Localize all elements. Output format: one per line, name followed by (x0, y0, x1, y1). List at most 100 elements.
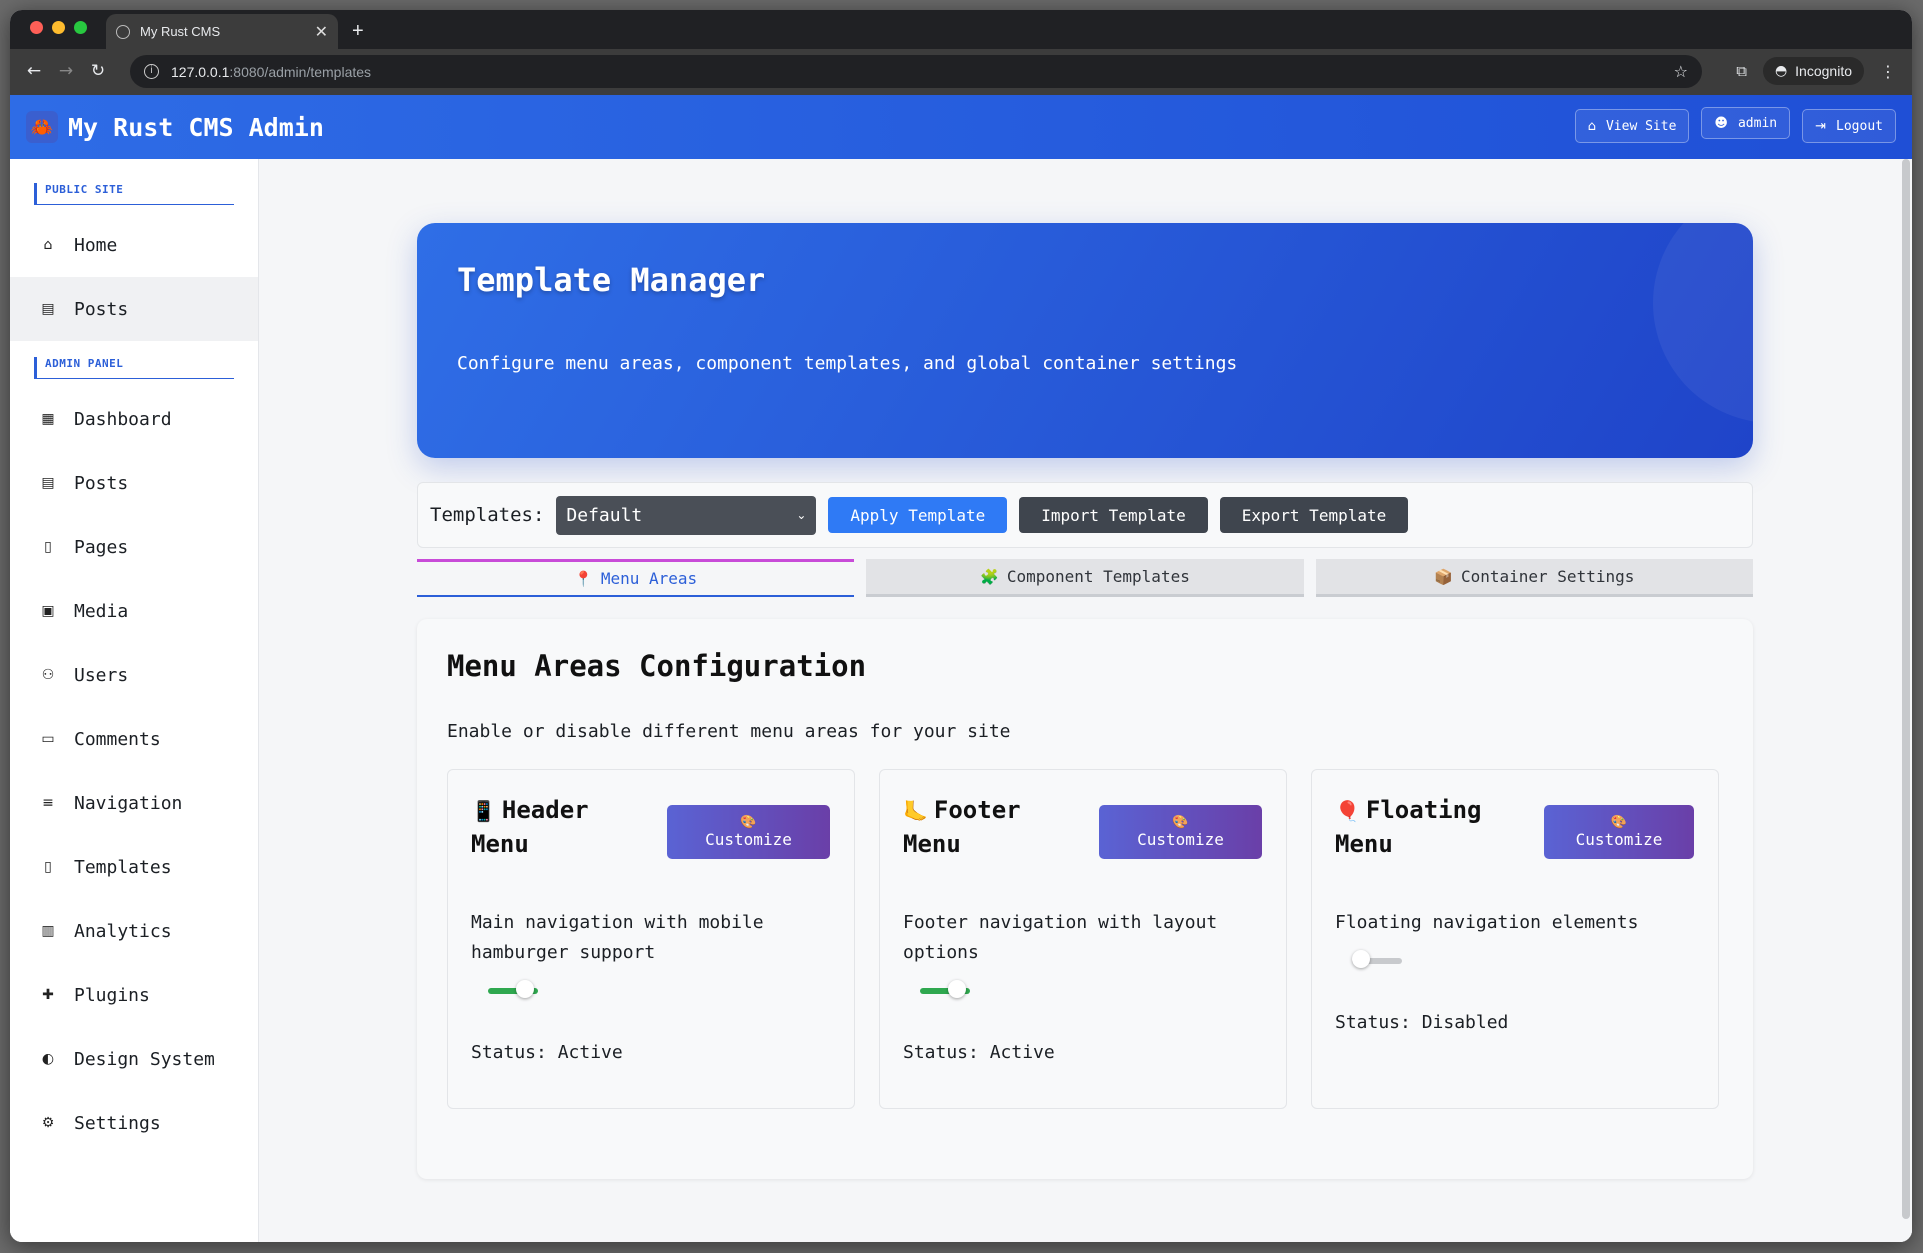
tab-label: Container Settings (1460, 567, 1635, 586)
scrollbar-thumb[interactable] (1902, 159, 1910, 1219)
view-site-label: View Site (1605, 118, 1677, 134)
sidebar-item-settings[interactable]: ⚙ Settings (10, 1091, 258, 1155)
bookmark-star-icon[interactable]: ☆ (1674, 62, 1688, 81)
site-info-icon[interactable]: i (144, 64, 159, 79)
sidebar-item-label: Templates (74, 856, 172, 878)
admin-header: 🦀 My Rust CMS Admin ⌂ View Site ☻ admin … (10, 95, 1912, 159)
sidebar-item-posts[interactable]: ▤ Posts (10, 451, 258, 515)
panel-subtitle: Enable or disable different menu areas f… (447, 721, 1011, 742)
card-status: Status: Disabled (1335, 1012, 1509, 1033)
sidebar-item-label: Home (74, 234, 118, 256)
analytics-icon: ▥ (41, 923, 55, 939)
sidebar-item-templates[interactable]: ▯ Templates (10, 835, 258, 899)
customize-footer-button[interactable]: 🎨 Customize (1099, 805, 1262, 859)
crab-logo-icon: 🦀 (26, 111, 58, 143)
customize-header-button[interactable]: 🎨 Customize (667, 805, 830, 859)
tab-label: Menu Areas (600, 569, 698, 588)
footer-menu-toggle[interactable] (920, 980, 970, 998)
footer-menu-card: 🦶 Footer Menu 🎨 Customize Footer navigati… (879, 769, 1287, 1109)
palette-icon: 🎨 (1610, 814, 1628, 830)
sidebar-item-label: Posts (74, 298, 129, 320)
toggle-knob (948, 980, 966, 998)
close-tab-icon[interactable]: ✕ (315, 22, 328, 42)
customize-floating-button[interactable]: 🎨 Customize (1544, 805, 1694, 859)
sidebar-item-comments[interactable]: ▭ Comments (10, 707, 258, 771)
sidebar-item-plugins[interactable]: ✚ Plugins (10, 963, 258, 1027)
sidebar-item-label: Analytics (74, 920, 172, 942)
sidebar-item-label: Pages (74, 536, 129, 558)
template-select[interactable]: Default ⌄ (556, 495, 817, 535)
card-title: 📱 Header Menu (471, 794, 651, 861)
template-select-value: Default (566, 504, 643, 526)
tab-component-templates[interactable]: 🧩 Component Templates (866, 559, 1304, 597)
card-description: Main navigation with mobile hamburger su… (471, 912, 764, 963)
menu-areas-panel: Menu Areas Configuration Enable or disab… (417, 619, 1753, 1179)
minimize-window-button[interactable] (52, 21, 65, 34)
maximize-window-button[interactable] (74, 21, 87, 34)
palette-icon: 🎨 (1172, 814, 1189, 830)
toggle-knob (1352, 950, 1370, 968)
toggle-knob (516, 980, 534, 998)
sidebar-item-posts-public[interactable]: ▤ Posts (10, 277, 258, 341)
page-title: Template Manager (457, 261, 766, 299)
import-template-button[interactable]: Import Template (1019, 497, 1208, 533)
sidebar-item-analytics[interactable]: ▥ Analytics (10, 899, 258, 963)
tab-container-settings[interactable]: 📦 Container Settings (1315, 559, 1753, 597)
page-scrollbar[interactable] (1900, 159, 1910, 1229)
card-status: Status: Active (471, 1042, 623, 1063)
floating-menu-toggle[interactable] (1352, 950, 1402, 968)
brand-title[interactable]: My Rust CMS Admin (68, 113, 324, 142)
logout-button[interactable]: ⇥ Logout (1802, 109, 1896, 143)
address-bar[interactable]: i 127.0.0.1:8080/admin/templates ☆ (130, 55, 1702, 88)
template-toolbar: Templates: Default ⌄ Apply Template Impo… (417, 482, 1753, 548)
page-subtitle: Configure menu areas, component template… (457, 353, 1238, 374)
tab-menu-areas[interactable]: 📍 Menu Areas (417, 559, 855, 597)
panel-title: Menu Areas Configuration (447, 649, 867, 683)
main-content: Template Manager Configure menu areas, c… (260, 159, 1912, 1242)
home-icon: ⌂ (43, 237, 53, 253)
incognito-indicator[interactable]: ◓ Incognito (1762, 57, 1864, 85)
sidebar-item-label: Settings (74, 1112, 161, 1134)
media-icon: ▣ (41, 603, 55, 619)
view-site-button[interactable]: ⌂ View Site (1574, 109, 1690, 143)
browser-tab[interactable]: My Rust CMS ✕ (106, 14, 338, 49)
sidebar-item-label: Dashboard (74, 408, 172, 430)
new-tab-button[interactable]: + (352, 20, 364, 43)
sidebar-item-media[interactable]: ▣ Media (10, 579, 258, 643)
palette-icon: 🎨 (740, 814, 757, 830)
close-window-button[interactable] (30, 21, 43, 34)
browser-menu-icon[interactable]: ⋮ (1880, 62, 1896, 81)
sidebar-item-design-system[interactable]: ◐ Design System (10, 1027, 258, 1091)
user-button[interactable]: ☻ admin (1701, 107, 1791, 139)
back-arrow-icon[interactable]: ← (20, 61, 48, 81)
comments-icon: ▭ (41, 731, 55, 747)
header-menu-card: 📱 Header Menu 🎨 Customize Main navigation… (447, 769, 855, 1109)
apply-template-button[interactable]: Apply Template (828, 497, 1008, 533)
posts-icon: ▤ (41, 301, 55, 317)
url-path: :8080/admin/templates (229, 63, 372, 80)
navigation-icon: ≡ (42, 795, 54, 811)
sidebar-item-home[interactable]: ⌂ Home (10, 213, 258, 277)
hero-banner: Template Manager Configure menu areas, c… (417, 223, 1753, 458)
card-description: Floating navigation elements (1335, 912, 1639, 933)
sidebar-item-navigation[interactable]: ≡ Navigation (10, 771, 258, 835)
sidebar-item-label: Posts (74, 472, 129, 494)
foot-icon: 🦶 (903, 799, 928, 823)
puzzle-icon: 🧩 (980, 567, 999, 586)
sidebar-item-pages[interactable]: ▯ Pages (10, 515, 258, 579)
pages-icon: ▯ (44, 539, 52, 555)
browser-window: My Rust CMS ✕ + ← → ↻ i 127.0.0.1:8080/a… (10, 10, 1912, 1242)
header-menu-toggle[interactable] (488, 980, 538, 998)
templates-icon: ▯ (44, 859, 52, 875)
customize-label: Customize (705, 829, 792, 849)
forward-arrow-icon[interactable]: → (52, 61, 80, 81)
tab-search-icon[interactable]: ⧉ (1736, 62, 1747, 80)
plugins-icon: ✚ (42, 987, 54, 1003)
customize-label: Customize (1137, 829, 1224, 849)
sidebar-item-users[interactable]: ⚇ Users (10, 643, 258, 707)
sidebar-item-dashboard[interactable]: ▦ Dashboard (10, 387, 258, 451)
reload-icon[interactable]: ↻ (84, 61, 112, 81)
card-title: 🎈 Floating Menu (1335, 794, 1515, 861)
template-tabs: 📍 Menu Areas 🧩 Component Templates 📦 Con… (417, 559, 1753, 599)
export-template-button[interactable]: Export Template (1219, 497, 1409, 533)
